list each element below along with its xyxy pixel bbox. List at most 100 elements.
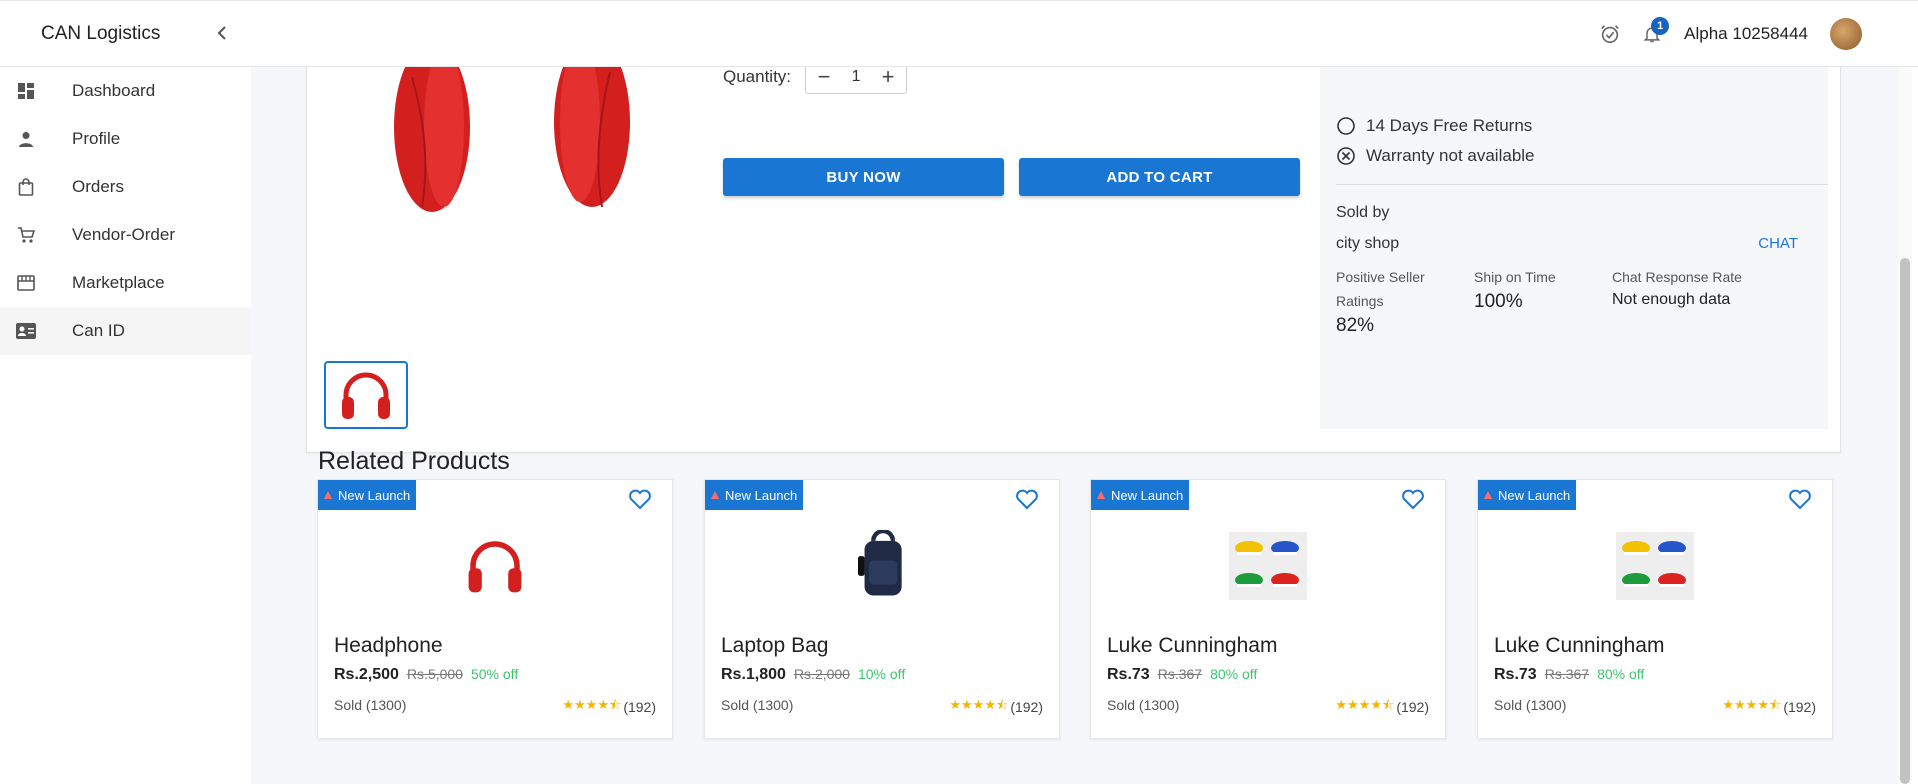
- rocket-icon: [1097, 491, 1105, 499]
- returns-info: 14 Days Free Returns: [1336, 116, 1532, 136]
- price: Rs.1,800: [721, 666, 786, 683]
- stat-ship-on-time: Ship on Time 100%: [1474, 265, 1634, 313]
- product-thumbnail[interactable]: [324, 361, 408, 429]
- discount: 50% off: [470, 666, 519, 682]
- badge-label: New Launch: [1111, 487, 1184, 503]
- product-name: Luke Cunningham: [1107, 634, 1278, 657]
- discount: 80% off: [1597, 666, 1645, 682]
- backpack-icon: [858, 530, 902, 596]
- add-to-cart-button[interactable]: ADD TO CART: [1019, 158, 1300, 196]
- sold-count: Sold (1300): [1107, 697, 1180, 713]
- badge-label: New Launch: [725, 487, 798, 503]
- related-products-title: Related Products: [318, 447, 510, 475]
- seller-info-panel: 14 Days Free Returns Warranty not availa…: [1320, 57, 1828, 429]
- sidebar-item-vendor-order[interactable]: Vendor-Order: [0, 211, 251, 259]
- shopping-bag-icon: [16, 177, 36, 197]
- rating: ★★★★⯪ (192): [1335, 696, 1429, 718]
- price-row: Rs.73 Rs.367 80% off: [1494, 666, 1644, 684]
- sidebar-item-dashboard[interactable]: Dashboard: [0, 67, 251, 115]
- rating: ★★★★⯪ (192): [562, 696, 656, 718]
- rocket-icon: [324, 491, 332, 499]
- product-card[interactable]: New Launch Laptop Bag Rs.1,800 Rs.2,000 …: [704, 479, 1060, 739]
- sneakers-icon: [1616, 532, 1694, 600]
- badge-label: New Launch: [1498, 487, 1571, 503]
- wishlist-heart-icon[interactable]: [1015, 488, 1039, 510]
- discount: 80% off: [1210, 666, 1258, 682]
- product-name: Luke Cunningham: [1494, 634, 1665, 657]
- close-circle-icon: [1337, 147, 1355, 165]
- chat-button[interactable]: CHAT: [1758, 235, 1798, 252]
- sneakers-icon: [1229, 532, 1307, 600]
- price-row: Rs.73 Rs.367 80% off: [1107, 666, 1257, 684]
- price: Rs.73: [1107, 666, 1150, 683]
- storefront-icon: [16, 273, 36, 293]
- star-rating-icon: ★★★★⯪: [949, 697, 1009, 712]
- sidebar-item-can-id[interactable]: Can ID: [0, 307, 251, 355]
- shop-name[interactable]: city shop: [1336, 235, 1399, 253]
- sold-by-label: Sold by: [1336, 204, 1390, 221]
- returns-icon: [1337, 117, 1355, 135]
- stat-value: 100%: [1474, 291, 1523, 312]
- sidebar-item-label: Vendor-Order: [72, 225, 175, 244]
- rocket-icon: [711, 491, 719, 499]
- top-bar: CAN Logistics 1 Alpha 10258444: [0, 0, 1918, 67]
- product-image: [1091, 528, 1445, 604]
- badge-label: New Launch: [338, 487, 411, 503]
- product-name: Laptop Bag: [721, 634, 829, 657]
- notifications-button[interactable]: 1: [1638, 17, 1670, 48]
- new-launch-badge: New Launch: [1478, 480, 1577, 510]
- rating-count: (192): [1396, 699, 1429, 715]
- product-card[interactable]: New Launch Headphone Rs.2,500 Rs.5,000 5…: [317, 479, 673, 739]
- product-image: [705, 528, 1059, 604]
- sidebar-item-label: Dashboard: [72, 81, 156, 100]
- product-card[interactable]: New Launch Luke Cunningham Rs.73 Rs.367 …: [1477, 479, 1833, 739]
- warranty-text: Warranty not available: [1366, 146, 1535, 165]
- wishlist-heart-icon[interactable]: [1788, 488, 1812, 510]
- user-name[interactable]: Alpha 10258444: [1684, 24, 1808, 44]
- sidebar-item-profile[interactable]: Profile: [0, 115, 251, 163]
- original-price: Rs.2,000: [793, 666, 850, 682]
- quantity-label: Quantity:: [723, 67, 792, 86]
- stat-value: Not enough data: [1612, 291, 1731, 308]
- rating: ★★★★⯪ (192): [1722, 696, 1816, 718]
- sold-count: Sold (1300): [721, 697, 794, 713]
- quantity-value[interactable]: 1: [842, 68, 870, 86]
- rating-count: (192): [1783, 699, 1816, 715]
- sidebar-item-label: Marketplace: [72, 273, 165, 292]
- buy-now-button[interactable]: BUY NOW: [723, 158, 1004, 196]
- rating: ★★★★⯪ (192): [949, 696, 1043, 718]
- star-rating-icon: ★★★★⯪: [562, 697, 622, 712]
- app-title: CAN Logistics: [41, 23, 161, 44]
- wishlist-heart-icon[interactable]: [628, 488, 652, 510]
- original-price: Rs.5,000: [406, 666, 463, 682]
- price: Rs.2,500: [334, 666, 399, 683]
- wishlist-heart-icon[interactable]: [1401, 488, 1425, 510]
- sold-count: Sold (1300): [1494, 697, 1567, 713]
- product-name: Headphone: [334, 634, 443, 657]
- price-row: Rs.2,500 Rs.5,000 50% off: [334, 666, 518, 684]
- alarm-icon: [1601, 25, 1619, 44]
- stat-label: Chat Response Rate: [1612, 269, 1742, 285]
- product-detail-card: Quantity: − 1 + BUY NOW ADD TO CART 14 D…: [306, 57, 1841, 453]
- star-rating-icon: ★★★★⯪: [1335, 697, 1395, 712]
- scrollbar-thumb[interactable]: [1900, 258, 1910, 784]
- divider: [1336, 184, 1828, 185]
- original-price: Rs.367: [1544, 666, 1590, 682]
- sold-count: Sold (1300): [334, 697, 407, 713]
- product-main-image: [352, 57, 652, 212]
- sidebar-item-orders[interactable]: Orders: [0, 163, 251, 211]
- new-launch-badge: New Launch: [1091, 480, 1190, 510]
- chevron-left-icon: [217, 26, 226, 40]
- product-card[interactable]: New Launch Luke Cunningham Rs.73 Rs.367 …: [1090, 479, 1446, 739]
- sidebar-item-marketplace[interactable]: Marketplace: [0, 259, 251, 307]
- collapse-sidebar-button[interactable]: [213, 21, 231, 45]
- headphone-icon: [468, 541, 522, 593]
- alarm-button[interactable]: [1596, 20, 1624, 48]
- headphone-icon: [342, 372, 390, 419]
- rocket-icon: [1484, 491, 1492, 499]
- product-image: [1478, 528, 1832, 604]
- warranty-info: Warranty not available: [1336, 144, 1535, 168]
- rating-count: (192): [623, 699, 656, 715]
- avatar[interactable]: [1830, 18, 1862, 50]
- cart-icon: [16, 225, 36, 245]
